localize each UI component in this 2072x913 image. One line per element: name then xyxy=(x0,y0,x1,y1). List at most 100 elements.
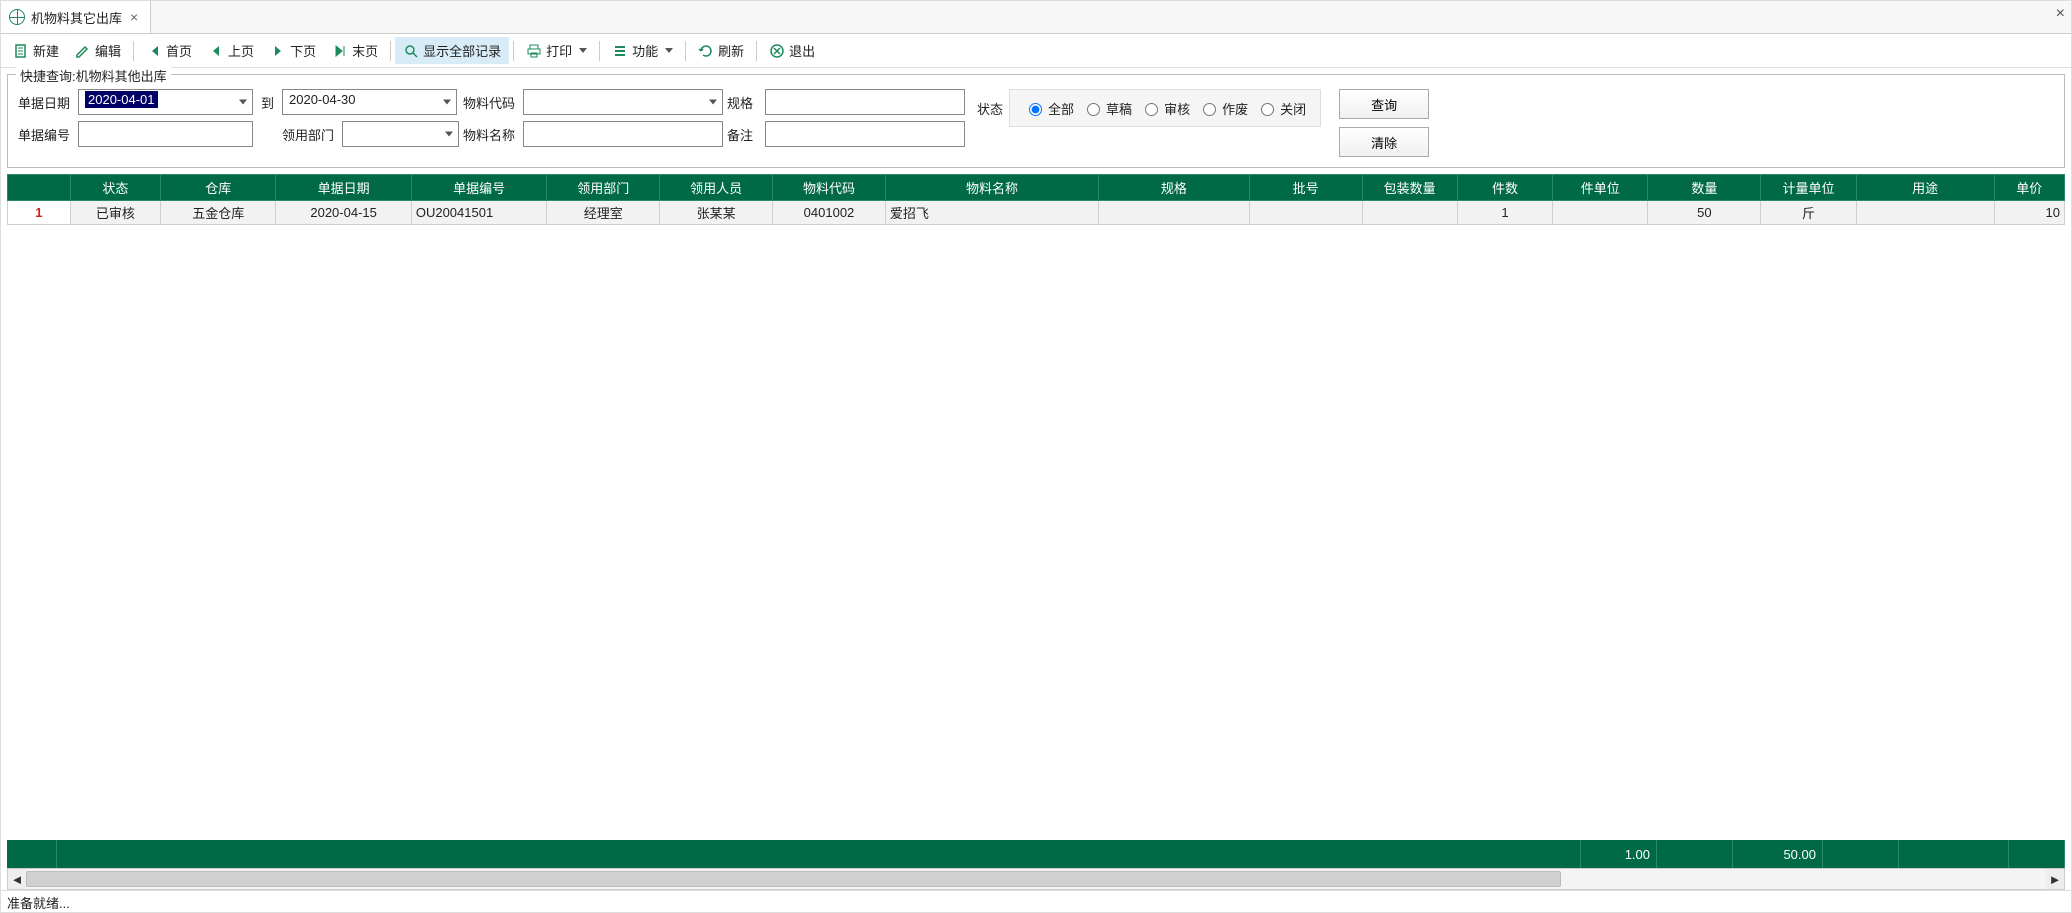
status-label: 状态 xyxy=(977,99,1003,118)
to-label: 到 xyxy=(261,93,274,112)
status-audit-radio[interactable]: 审核 xyxy=(1140,99,1190,118)
horizontal-scrollbar[interactable]: ◄ ► xyxy=(7,868,2065,890)
cell-pcsunit xyxy=(1553,201,1648,225)
next-label: 下页 xyxy=(290,41,316,60)
dept-input[interactable] xyxy=(342,121,459,147)
show-all-button[interactable]: 显示全部记录 xyxy=(395,37,509,64)
remark-label: 备注 xyxy=(727,125,761,144)
col-batch[interactable]: 批号 xyxy=(1249,175,1362,201)
next-icon xyxy=(270,43,286,59)
print-label: 打印 xyxy=(546,41,572,60)
date-from-input[interactable]: 2020-04-01 xyxy=(78,89,253,115)
scroll-track[interactable] xyxy=(26,869,2046,889)
cell-wh: 五金仓库 xyxy=(161,201,276,225)
cell-matname: 爱招飞 xyxy=(885,201,1098,225)
status-close-radio[interactable]: 关闭 xyxy=(1256,99,1306,118)
tab-active[interactable]: 机物料其它出库 × xyxy=(1,1,151,33)
chevron-down-icon xyxy=(443,100,451,105)
col-rownum[interactable] xyxy=(8,175,71,201)
cell-price: 10 xyxy=(1994,201,2064,225)
col-matname[interactable]: 物料名称 xyxy=(885,175,1098,201)
col-person[interactable]: 领用人员 xyxy=(660,175,773,201)
col-pcs[interactable]: 件数 xyxy=(1457,175,1552,201)
col-matcode[interactable]: 物料代码 xyxy=(773,175,886,201)
separator xyxy=(599,41,600,61)
refresh-button[interactable]: 刷新 xyxy=(690,37,752,64)
edit-label: 编辑 xyxy=(95,41,121,60)
col-price[interactable]: 单价 xyxy=(1994,175,2064,201)
search-legend: 快捷查询:机物料其他出库 xyxy=(16,66,171,85)
col-date[interactable]: 单据日期 xyxy=(276,175,411,201)
exit-label: 退出 xyxy=(789,41,815,60)
window-close-icon[interactable]: × xyxy=(2056,5,2065,23)
cell-rownum: 1 xyxy=(8,201,71,225)
refresh-icon xyxy=(698,43,714,59)
cell-packqty xyxy=(1362,201,1457,225)
chevron-down-icon xyxy=(445,132,453,137)
edit-button[interactable]: 编辑 xyxy=(67,37,129,64)
docno-input[interactable] xyxy=(78,121,253,147)
matcode-input[interactable] xyxy=(523,89,723,115)
col-pack[interactable]: 包装数量 xyxy=(1362,175,1457,201)
summary-pcs: 1.00 xyxy=(1581,840,1657,868)
new-icon xyxy=(13,43,29,59)
matname-input[interactable] xyxy=(523,121,723,147)
function-label: 功能 xyxy=(632,41,658,60)
scroll-right-icon[interactable]: ► xyxy=(2046,869,2064,889)
col-docno[interactable]: 单据编号 xyxy=(411,175,546,201)
col-pcsu[interactable]: 件单位 xyxy=(1553,175,1648,201)
cell-qty: 50 xyxy=(1648,201,1761,225)
cell-unit: 斤 xyxy=(1761,201,1856,225)
summary-qty: 50.00 xyxy=(1733,840,1823,868)
table-row[interactable]: 1 已审核 五金仓库 2020-04-15 OU20041501 经理室 张某某… xyxy=(8,201,2065,225)
cell-docno: OU20041501 xyxy=(411,201,546,225)
function-button[interactable]: 功能 xyxy=(604,37,681,64)
cell-dept: 经理室 xyxy=(547,201,660,225)
exit-icon xyxy=(769,43,785,59)
status-draft-radio[interactable]: 草稿 xyxy=(1082,99,1132,118)
table-header-row: 状态 仓库 单据日期 单据编号 领用部门 领用人员 物料代码 物料名称 规格 批… xyxy=(8,175,2065,201)
separator xyxy=(133,41,134,61)
chevron-down-icon xyxy=(239,100,247,105)
refresh-label: 刷新 xyxy=(718,41,744,60)
next-page-button[interactable]: 下页 xyxy=(262,37,324,64)
globe-icon xyxy=(9,9,25,25)
status-void-radio[interactable]: 作废 xyxy=(1198,99,1248,118)
print-button[interactable]: 打印 xyxy=(518,37,595,64)
scroll-left-icon[interactable]: ◄ xyxy=(8,869,26,889)
clear-button[interactable]: 清除 xyxy=(1339,127,1429,157)
matname-label: 物料名称 xyxy=(463,125,519,144)
prev-page-button[interactable]: 上页 xyxy=(200,37,262,64)
first-page-button[interactable]: 首页 xyxy=(138,37,200,64)
exit-button[interactable]: 退出 xyxy=(761,37,823,64)
edit-icon xyxy=(75,43,91,59)
cell-pcs: 1 xyxy=(1457,201,1552,225)
col-wh[interactable]: 仓库 xyxy=(161,175,276,201)
first-label: 首页 xyxy=(166,41,192,60)
separator xyxy=(390,41,391,61)
col-status[interactable]: 状态 xyxy=(70,175,160,201)
status-bar: 准备就绪... xyxy=(1,890,2071,912)
remark-input[interactable] xyxy=(765,121,965,147)
print-icon xyxy=(526,43,542,59)
col-qty[interactable]: 数量 xyxy=(1648,175,1761,201)
status-radio-group: 全部 草稿 审核 作废 关闭 xyxy=(1009,89,1321,127)
col-use[interactable]: 用途 xyxy=(1856,175,1994,201)
matcode-label: 物料代码 xyxy=(463,93,519,112)
query-button[interactable]: 查询 xyxy=(1339,89,1429,119)
chevron-down-icon xyxy=(665,48,673,53)
chevron-down-icon xyxy=(579,48,587,53)
spec-input[interactable] xyxy=(765,89,965,115)
col-dept[interactable]: 领用部门 xyxy=(547,175,660,201)
last-icon xyxy=(332,43,348,59)
data-grid: 状态 仓库 单据日期 单据编号 领用部门 领用人员 物料代码 物料名称 规格 批… xyxy=(7,174,2065,840)
last-page-button[interactable]: 末页 xyxy=(324,37,386,64)
search-icon xyxy=(403,43,419,59)
status-all-radio[interactable]: 全部 xyxy=(1024,99,1074,118)
date-to-input[interactable]: 2020-04-30 xyxy=(282,89,457,115)
scroll-thumb[interactable] xyxy=(26,871,1561,887)
col-unit[interactable]: 计量单位 xyxy=(1761,175,1856,201)
tab-close-icon[interactable]: × xyxy=(128,9,140,25)
new-button[interactable]: 新建 xyxy=(5,37,67,64)
col-spec[interactable]: 规格 xyxy=(1099,175,1250,201)
